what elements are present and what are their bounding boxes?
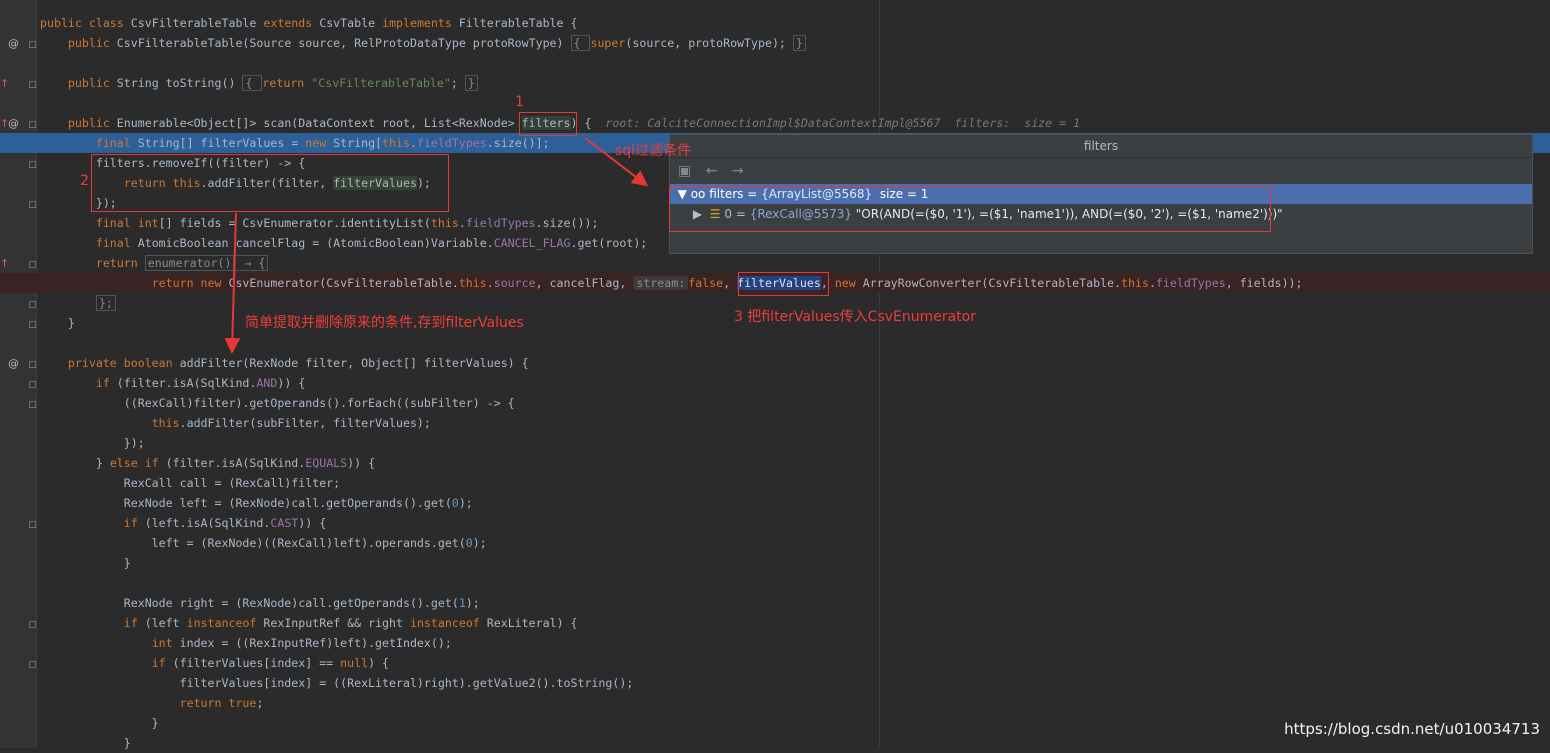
code-line[interactable] [0, 93, 1550, 113]
annotation-extract: 简单提取并删除原来的条件,存到filterValues [245, 315, 524, 331]
annotation-box-filtervalues [738, 272, 829, 296]
annotation-box-filters [519, 112, 577, 136]
code-line[interactable]: filterValues[index] = ((RexLiteral)right… [0, 673, 1550, 693]
code-line-text: public CsvFilterableTable(Source source,… [40, 33, 806, 53]
code-line-text: if (left instanceof RexInputRef && right… [123, 616, 578, 630]
code-line-text: RexNode right = (RexNode)call.getOperand… [40, 596, 480, 610]
code-line-text: final int[] fields = CsvEnumerator.ident… [95, 216, 599, 230]
code-line[interactable]: ((RexCall)filter).getOperands().forEach(… [0, 393, 1550, 413]
code-line[interactable]: public CsvFilterableTable(Source source,… [0, 33, 1550, 53]
code-line[interactable] [0, 573, 1550, 593]
code-line[interactable]: RexNode right = (RexNode)call.getOperand… [0, 593, 1550, 613]
code-line-text: public class CsvFilterableTable extends … [40, 16, 578, 30]
code-line-text: if (left.isA(SqlKind.CAST)) { [123, 516, 327, 530]
forward-arrow-icon[interactable]: → [732, 163, 744, 179]
code-line-text: left = (RexNode)((RexCall)left).operands… [40, 536, 487, 550]
code-line[interactable]: public class CsvFilterableTable extends … [0, 13, 1550, 33]
code-line-text: } [40, 716, 159, 730]
code-line[interactable]: return true; [0, 693, 1550, 713]
annotation-box-removeif [91, 154, 449, 212]
code-line-text: } [40, 556, 131, 570]
code-line[interactable]: left = (RexNode)((RexCall)left).operands… [0, 533, 1550, 553]
code-line[interactable]: private boolean addFilter(RexNode filter… [0, 353, 1550, 373]
watermark-text: https://blog.csdn.net/u010034713 [1284, 720, 1540, 738]
code-line-text: final AtomicBoolean cancelFlag = (Atomic… [95, 236, 648, 250]
code-line-text: }; [40, 293, 116, 313]
code-line-text: RexNode left = (RexNode)call.getOperands… [40, 496, 473, 510]
annotation-label-1: 1 [515, 94, 524, 110]
code-line-text: private boolean addFilter(RexNode filter… [67, 356, 529, 370]
code-line[interactable]: RexCall call = (RexCall)filter; [0, 473, 1550, 493]
code-line-text: } else if (filter.isA(SqlKind.EQUALS)) { [40, 456, 376, 470]
code-line[interactable]: if (filter.isA(SqlKind.AND)) { [0, 373, 1550, 393]
annotation-box-popup-values [669, 186, 1271, 232]
code-line[interactable]: if (left instanceof RexInputRef && right… [0, 613, 1550, 633]
code-line-text: }); [40, 436, 145, 450]
code-line[interactable]: RexNode left = (RexNode)call.getOperands… [0, 493, 1550, 513]
annotation-sql-filter: sql过滤条件 [615, 143, 692, 159]
annotation-step3: 3 把filterValues传入CsvEnumerator [734, 309, 977, 325]
code-line-text: final String[] filterValues = new String… [95, 136, 550, 150]
code-line-text: } [40, 316, 75, 330]
code-line[interactable]: if (filterValues[index] == null) { [0, 653, 1550, 673]
code-line-text: } [40, 736, 131, 750]
code-line[interactable] [0, 53, 1550, 73]
code-line-text: filterValues[index] = ((RexLiteral)right… [40, 676, 634, 690]
code-line-text: if (filterValues[index] == null) { [151, 656, 390, 670]
code-line[interactable]: }); [0, 433, 1550, 453]
code-line-text: return new CsvEnumerator(CsvFilterableTa… [151, 276, 1303, 290]
code-line[interactable] [0, 333, 1550, 353]
code-line[interactable]: return enumerator() → { [0, 253, 1550, 273]
code-line-text: if (filter.isA(SqlKind.AND)) { [95, 376, 306, 390]
code-line[interactable]: } [0, 553, 1550, 573]
code-line-text: return true; [179, 696, 264, 710]
annotation-label-2: 2 [80, 173, 89, 189]
code-line-text: public String toString() { return "CsvFi… [40, 73, 478, 93]
code-line-text: int index = ((RexInputRef)left).getIndex… [151, 636, 452, 650]
code-line[interactable]: public String toString() { return "CsvFi… [0, 73, 1550, 93]
popup-toolbar: ▣ ← → [670, 158, 1532, 184]
code-line-text: this.addFilter(subFilter, filterValues); [151, 416, 431, 430]
code-line[interactable]: this.addFilter(subFilter, filterValues); [0, 413, 1550, 433]
code-line-text: return enumerator() → { [40, 253, 269, 273]
code-line-text: ((RexCall)filter).getOperands().forEach(… [40, 396, 515, 410]
code-line-text: RexCall call = (RexCall)filter; [40, 476, 341, 490]
code-line[interactable]: public Enumerable<Object[]> scan(DataCon… [0, 113, 1550, 133]
navigate-icon[interactable]: ▣ [678, 163, 691, 179]
code-line[interactable]: if (left.isA(SqlKind.CAST)) { [0, 513, 1550, 533]
code-line[interactable]: int index = ((RexInputRef)left).getIndex… [0, 633, 1550, 653]
back-arrow-icon[interactable]: ← [706, 163, 718, 179]
code-line[interactable]: } else if (filter.isA(SqlKind.EQUALS)) { [0, 453, 1550, 473]
popup-title: filters [670, 135, 1532, 158]
